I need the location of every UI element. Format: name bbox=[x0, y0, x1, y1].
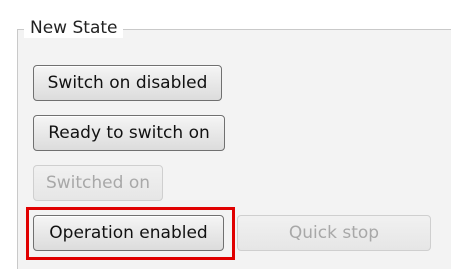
group-title: New State bbox=[24, 18, 124, 38]
new-state-panel: New State Switch on disabled Ready to sw… bbox=[0, 0, 451, 271]
switched-on-button[interactable]: Switched on bbox=[33, 165, 163, 201]
highlight-box bbox=[26, 207, 235, 260]
ready-to-switch-on-button[interactable]: Ready to switch on bbox=[33, 115, 225, 151]
quick-stop-button[interactable]: Quick stop bbox=[237, 215, 431, 251]
switch-on-disabled-button[interactable]: Switch on disabled bbox=[33, 65, 222, 101]
